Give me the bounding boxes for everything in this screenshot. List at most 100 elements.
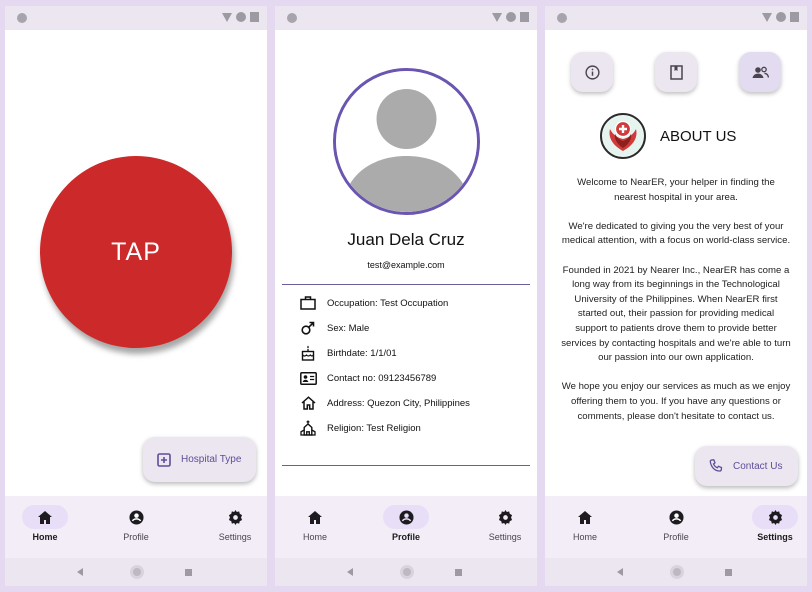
people-icon [752, 66, 769, 78]
nav-settings[interactable]: Settings [735, 496, 807, 558]
system-home-icon[interactable] [400, 565, 414, 579]
home-screen: TAP Hospital Type Home Profile Settings [5, 6, 267, 586]
info-text: Sex: Male [327, 322, 370, 334]
divider-bottom [282, 465, 530, 466]
signal-icon [776, 12, 786, 22]
home-icon [308, 510, 322, 524]
home-icon [38, 510, 52, 524]
recents-icon[interactable] [455, 569, 462, 576]
account-circle-icon [398, 509, 414, 525]
recents-icon[interactable] [725, 569, 732, 576]
phone-icon [709, 459, 723, 472]
book-icon [669, 64, 683, 80]
avatar [333, 68, 480, 215]
back-icon[interactable] [347, 568, 353, 576]
info-row-occupation: Occupation: Test Occupation [299, 294, 448, 312]
nav-home-label: Home [32, 532, 58, 542]
gear-icon [498, 509, 512, 525]
nav-home[interactable]: Home [275, 496, 355, 558]
bottom-navigation: Home Profile Settings [545, 496, 807, 558]
system-icons [222, 12, 259, 22]
nav-home[interactable]: Home [545, 496, 625, 558]
app-logo [600, 113, 646, 159]
add-box-icon [157, 452, 171, 467]
camera-cutout [17, 13, 27, 23]
nav-home[interactable]: Home [5, 496, 85, 558]
profile-name: Juan Dela Cruz [347, 230, 465, 249]
about-paragraph: We hope you enjoy our services as much a… [561, 381, 791, 422]
nav-settings-indicator [752, 505, 798, 529]
cake-icon [301, 345, 315, 361]
nav-home-indicator [292, 505, 338, 529]
about-title: ABOUT US [660, 128, 737, 145]
nav-profile-label: Profile [391, 532, 420, 542]
battery-icon [790, 12, 799, 22]
nav-profile[interactable]: Profile [366, 496, 446, 558]
gear-icon [768, 509, 782, 525]
nav-home-label: Home [572, 532, 597, 542]
nav-profile[interactable]: Profile [636, 496, 716, 558]
account-circle-icon [668, 509, 684, 525]
status-bar [275, 6, 537, 30]
home-outline-icon [301, 396, 315, 410]
nav-settings[interactable]: Settings [465, 496, 537, 558]
nav-settings-indicator [482, 505, 528, 529]
nav-home-indicator [22, 505, 68, 529]
system-icons [762, 12, 799, 22]
status-bar [5, 6, 267, 30]
wifi-icon [492, 12, 502, 22]
people-button[interactable] [739, 52, 781, 92]
nav-home-indicator [562, 505, 608, 529]
info-row-religion: Religion: Test Religion [299, 419, 421, 437]
info-icon [584, 64, 600, 80]
contact-card-icon [299, 371, 317, 385]
nav-settings[interactable]: Settings [195, 496, 267, 558]
gear-icon [228, 509, 242, 525]
info-row-sex: Sex: Male [299, 319, 369, 337]
church-icon [300, 420, 316, 436]
info-text: Birthdate: 1/1/01 [327, 347, 397, 359]
about-screen: ABOUT US Welcome to NearER, your helper … [545, 6, 807, 586]
bottom-navigation: Home Profile Settings [275, 496, 537, 558]
male-icon [301, 321, 315, 335]
signal-icon [506, 12, 516, 22]
system-navigation [5, 558, 267, 586]
book-button[interactable] [655, 52, 697, 92]
camera-cutout [287, 13, 297, 23]
info-row-birthdate: Birthdate: 1/1/01 [299, 344, 397, 362]
system-icons [492, 12, 529, 22]
system-home-icon[interactable] [130, 565, 144, 579]
info-button[interactable] [571, 52, 613, 92]
signal-icon [236, 12, 246, 22]
info-text: Contact no: 09123456789 [327, 372, 437, 384]
hospital-logo-icon [603, 116, 643, 156]
system-home-icon[interactable] [670, 565, 684, 579]
back-icon[interactable] [617, 568, 623, 576]
profile-screen: Juan Dela Cruz test@example.com Occupati… [275, 6, 537, 586]
info-row-contact: Contact no: 09123456789 [299, 369, 436, 387]
wifi-icon [762, 12, 772, 22]
nav-profile-indicator [383, 505, 429, 529]
info-text: Religion: Test Religion [327, 422, 421, 434]
system-navigation [275, 558, 537, 586]
nav-profile[interactable]: Profile [96, 496, 176, 558]
contact-us-button[interactable]: Contact Us [695, 446, 798, 486]
nav-home-label: Home [302, 532, 327, 542]
account-circle-icon [128, 509, 144, 525]
camera-cutout [557, 13, 567, 23]
nav-profile-indicator [113, 505, 159, 529]
tap-button[interactable]: TAP [40, 156, 232, 348]
recents-icon[interactable] [185, 569, 192, 576]
about-paragraph: Welcome to NearER, your helper in findin… [577, 177, 775, 203]
briefcase-icon [300, 296, 316, 310]
wifi-icon [222, 12, 232, 22]
system-navigation [545, 558, 807, 586]
about-paragraph: Founded in 2021 by Nearer Inc., NearER h… [561, 264, 791, 364]
back-icon[interactable] [77, 568, 83, 576]
hospital-type-button[interactable]: Hospital Type [143, 437, 256, 482]
contact-us-label: Contact Us [733, 460, 783, 472]
about-paragraph: We're dedicated to giving you the very b… [561, 220, 791, 247]
battery-icon [520, 12, 529, 22]
bottom-navigation: Home Profile Settings [5, 496, 267, 558]
battery-icon [250, 12, 259, 22]
